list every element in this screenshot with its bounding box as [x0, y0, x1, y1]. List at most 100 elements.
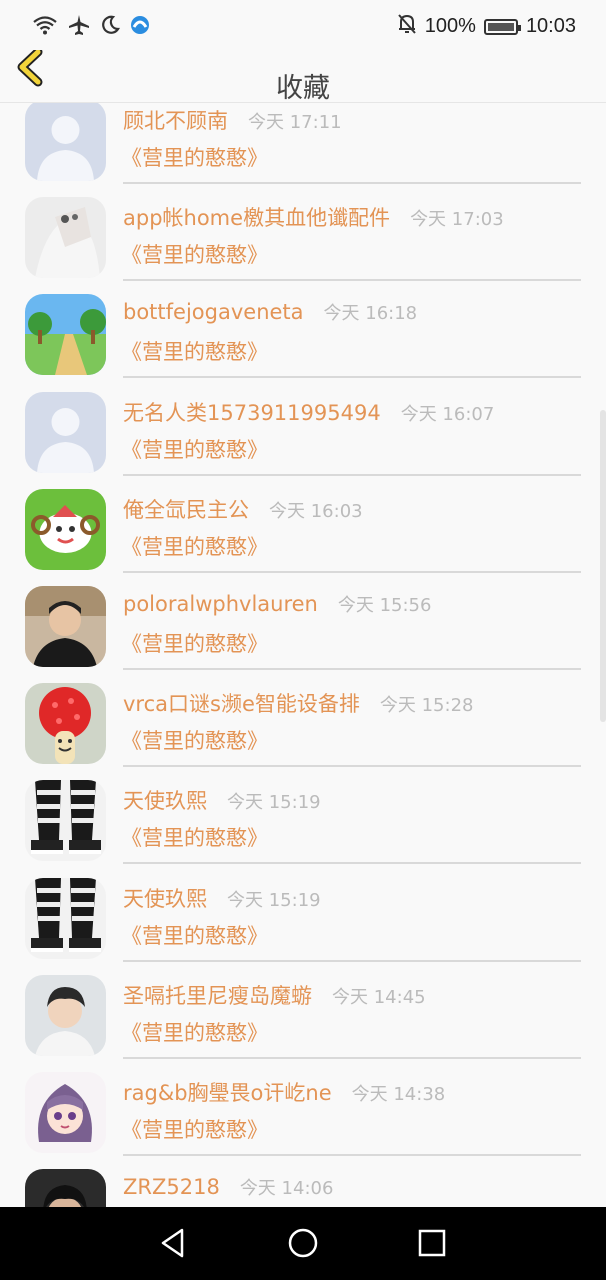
avatar[interactable] [25, 294, 106, 376]
timestamp: 今天 15:19 [227, 792, 321, 814]
user-name-text: vrca口谜s濒e智能设备排 [123, 692, 360, 717]
page-title: 收藏 [276, 73, 330, 104]
list-item[interactable]: 圣嗝托里尼瘦岛魔蝣 今天 14:45 《营里的憨憨》 [0, 972, 606, 1069]
clock: 10:03 [525, 15, 576, 37]
timestamp: 今天 17:03 [410, 209, 504, 231]
avatar[interactable] [25, 488, 106, 570]
list-item[interactable]: 天使玖熙 今天 15:19 《营里的憨憨》 [0, 875, 606, 972]
user-name-text: rag&b胸璺畏o讦屹ne [123, 1080, 332, 1105]
list-item[interactable]: 顾北不顾南 今天 17:11 《营里的憨憨》 [0, 103, 606, 194]
favorite-title[interactable]: 《营里的憨憨》 [121, 628, 268, 658]
list-item[interactable]: 天使玖熙 今天 15:19 《营里的憨憨》 [0, 777, 606, 874]
divider [123, 473, 581, 476]
avatar[interactable] [25, 197, 106, 279]
timestamp: 今天 14:38 [351, 1083, 446, 1105]
timestamp: 今天 15:56 [337, 594, 432, 616]
moon-icon [100, 15, 120, 40]
battery-percent: 100% [424, 15, 476, 37]
user-name: 天使玖熙 今天 15:19 [123, 785, 321, 815]
avatar[interactable] [25, 1169, 106, 1207]
favorite-title[interactable]: 《营里的憨憨》 [121, 434, 268, 464]
list-item[interactable]: ZRZ5218今天 14:06《营里的憨憨》 [0, 1166, 606, 1207]
divider [123, 862, 581, 865]
timestamp: 今天 15:19 [227, 889, 321, 911]
nav-recents-icon [418, 1229, 446, 1257]
avatar[interactable] [25, 683, 106, 765]
user-name: rag&b胸璺畏o讦屹ne 今天 14:38 [123, 1077, 445, 1107]
list-item[interactable]: rag&b胸璺畏o讦屹ne 今天 14:38 《营里的憨憨》 [0, 1069, 606, 1166]
user-name-text: 无名人类1573911995494 [123, 400, 381, 425]
status-left-icons [32, 14, 150, 41]
app-notification-icon [130, 15, 150, 40]
list-item[interactable]: app帐home檄其血他谶配件 今天 17:03 《营里的憨憨》 [0, 194, 606, 291]
list-item[interactable]: poloralwphvlauren 今天 15:56 《营里的憨憨》 [0, 583, 606, 680]
divider [123, 182, 581, 184]
navigation-bar [0, 1207, 606, 1280]
user-name: poloralwphvlauren 今天 15:56 [123, 591, 431, 617]
user-name: 顾北不顾南 今天 17:11 [123, 105, 342, 135]
favorite-title[interactable]: 《营里的憨憨》 [121, 239, 268, 269]
user-name: bottfejogaveneta 今天 16:18 [123, 299, 417, 325]
user-name-text: 俺全氙民主公 [123, 497, 249, 522]
divider [123, 667, 581, 670]
nav-back-button[interactable] [156, 1225, 192, 1261]
scrollbar[interactable] [600, 410, 606, 722]
user-name-text: 顾北不顾南 [123, 109, 228, 133]
user-name-text: 天使玖熙 [123, 789, 207, 814]
favorites-list[interactable]: 顾北不顾南 今天 17:11 《营里的憨憨》 app帐home檄其血他谶配件 今天 17… [0, 103, 606, 1207]
timestamp: 今天 14:45 [332, 986, 426, 1008]
avatar[interactable] [25, 1071, 106, 1153]
nav-home-button[interactable] [285, 1225, 321, 1261]
favorite-title[interactable]: 《营里的憨憨》 [121, 336, 268, 366]
user-name-text: bottfejogaveneta [123, 300, 304, 325]
favorite-title[interactable]: 《营里的憨憨》 [121, 1017, 268, 1047]
timestamp: 今天 16:18 [323, 303, 418, 325]
list-item[interactable]: bottfejogaveneta 今天 16:18 《营里的憨憨》 [0, 291, 606, 388]
divider [123, 279, 581, 282]
wifi-icon [32, 15, 58, 40]
divider [123, 570, 581, 573]
header: 收藏 [0, 47, 606, 104]
user-name-text: 圣嗝托里尼瘦岛魔蝣 [123, 983, 312, 1008]
favorite-title[interactable]: 《营里的憨憨》 [121, 920, 268, 950]
user-name: ZRZ5218 今天 14:06 [123, 1174, 333, 1200]
divider [123, 765, 581, 768]
user-name: 圣嗝托里尼瘦岛魔蝣 今天 14:45 [123, 980, 426, 1010]
timestamp: 今天 16:03 [269, 500, 363, 522]
user-name-text: 天使玖熙 [123, 886, 207, 911]
airplane-icon [68, 14, 90, 41]
user-name: app帐home檄其血他谶配件 今天 17:03 [123, 202, 504, 232]
timestamp: 今天 14:06 [239, 1178, 334, 1200]
list-item[interactable]: vrca口谜s濒e智能设备排 今天 15:28 《营里的憨憨》 [0, 680, 606, 777]
nav-recents-button[interactable] [414, 1225, 450, 1261]
bell-off-icon [397, 13, 417, 40]
avatar[interactable] [25, 391, 106, 473]
user-name: 无名人类1573911995494 今天 16:07 [123, 397, 494, 427]
screen: 100% 10:03 收藏 顾北不顾南 今天 17:11 《营里的憨憨》 app帐ho… [0, 0, 606, 1280]
avatar[interactable] [25, 780, 106, 862]
favorite-title[interactable]: 《营里的憨憨》 [121, 725, 268, 755]
list-item[interactable]: 无名人类1573911995494 今天 16:07 《营里的憨憨》 [0, 389, 606, 486]
user-name: 天使玖熙 今天 15:19 [123, 883, 321, 913]
avatar[interactable] [25, 103, 106, 181]
battery-icon [483, 18, 521, 35]
timestamp: 今天 15:28 [379, 695, 474, 717]
avatar[interactable] [25, 877, 106, 959]
timestamp: 今天 17:11 [248, 112, 342, 133]
list-item[interactable]: 俺全氙民主公 今天 16:03 《营里的憨憨》 [0, 486, 606, 583]
avatar[interactable] [25, 974, 106, 1056]
favorite-title[interactable]: 《营里的憨憨》 [121, 531, 268, 561]
favorite-title[interactable]: 《营里的憨憨》 [121, 142, 268, 172]
user-name-text: app帐home檄其血他谶配件 [123, 206, 391, 231]
user-name-text: poloralwphvlauren [123, 591, 318, 616]
divider [123, 1153, 581, 1156]
favorite-title[interactable]: 《营里的憨憨》 [121, 1114, 268, 1144]
nav-back-icon [161, 1228, 184, 1258]
user-name-text: ZRZ5218 [123, 1175, 220, 1200]
user-name: vrca口谜s濒e智能设备排 今天 15:28 [123, 688, 473, 718]
divider [123, 959, 581, 962]
status-bar: 100% 10:03 [0, 0, 606, 50]
favorite-title[interactable]: 《营里的憨憨》 [121, 822, 268, 852]
nav-home-icon [288, 1228, 318, 1258]
avatar[interactable] [25, 585, 106, 667]
